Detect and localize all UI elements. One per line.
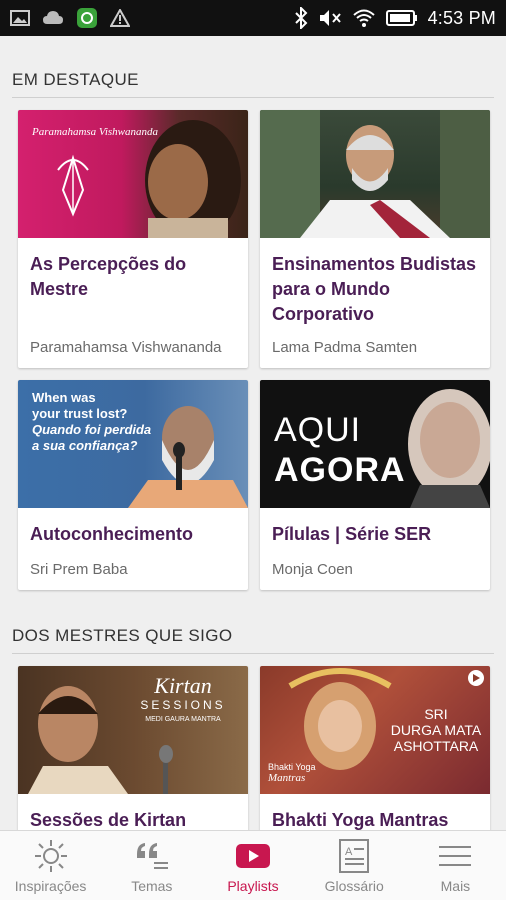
card-image-caption: When was [32,390,96,405]
nav-label: Mais [440,878,471,894]
card-thumbnail: Paramahamsa Vishwananda [18,110,248,238]
section-title-featured: EM DESTAQUE [12,70,139,89]
nav-item-glossario[interactable]: A Glossário [304,831,405,900]
playlists-content[interactable]: EM DESTAQUE Paramahamsa Vishwananda As P… [0,36,506,830]
card-image-caption: Paramahamsa Vishwananda [32,126,158,138]
svg-text:A: A [345,846,353,858]
card-image-caption: SRI [424,706,448,722]
card-thumbnail: Kirtan SESSIONS MEDI GAURA MANTRA [18,666,248,794]
card-image-caption: MEDI GAURA MANTRA [145,716,221,723]
card-thumbnail: When was your trust lost? Quando foi per… [18,380,248,508]
card-title: Sessões de Kirtan [30,810,187,830]
nav-label: Inspirações [14,878,87,894]
card-thumbnail [260,110,490,238]
nav-item-temas[interactable]: Temas [101,831,202,900]
card-title: Ensinamentos Budistas para o Mundo Corpo… [272,254,477,324]
card-title: As Percepções do Mestre [30,254,187,299]
bluetooth-icon [294,7,308,29]
menu-icon [438,838,472,874]
card-title: Pílulas | Série SER [272,524,432,544]
card-thumbnail: AQUI AGORA [260,380,490,508]
card-author: Sri Prem Baba [30,561,128,578]
card-image-caption: AQUI [274,411,362,449]
playlist-card[interactable]: Ensinamentos Budistas para o Mundo Corpo… [260,110,490,368]
section-divider [12,653,494,654]
status-bar: 4:53 PM [0,0,506,36]
card-image-caption: ASHOTTARA [393,738,479,754]
section-title-followed: DOS MESTRES QUE SIGO [12,626,233,645]
card-image-caption: a sua confiança? [32,438,138,453]
mute-icon [318,8,342,28]
nav-item-inspiracoes[interactable]: Inspirações [0,831,101,900]
card-thumbnail: SRI DURGA MATA ASHOTTARA Bhakti Yoga Man… [260,666,490,794]
section-divider [12,97,494,98]
card-image-caption: SESSIONS [140,698,226,712]
nav-label: Glossário [324,878,384,894]
card-image-caption: AGORA [274,451,406,489]
playlist-card[interactable]: AQUI AGORA Pílulas | Série SER Monja Coe… [260,380,490,590]
status-time: 4:53 PM [427,7,496,28]
battery-icon [385,9,418,27]
card-image-caption: your trust lost? [32,406,128,421]
cloud-icon [42,10,64,26]
card-title: Bhakti Yoga Mantras [272,810,449,830]
nav-label: Playlists [227,878,279,894]
card-image-caption: Quando foi perdida [32,422,152,437]
sun-icon [33,838,69,874]
card-author: Monja Coen [272,561,353,578]
wifi-icon [352,8,376,28]
nav-item-mais[interactable]: Mais [405,831,506,900]
playlist-card[interactable]: Paramahamsa Vishwananda As Percepções do… [18,110,248,368]
play-icon [235,838,271,874]
playlist-card[interactable]: SRI DURGA MATA ASHOTTARA Bhakti Yoga Man… [260,666,490,830]
card-author: Lama Padma Samten [272,339,418,356]
nav-label: Temas [131,878,173,894]
playlist-card[interactable]: When was your trust lost? Quando foi per… [18,380,248,590]
bottom-navigation: Inspirações Temas Playlists A Glossário … [0,830,506,900]
card-image-caption: Kirtan [154,673,212,698]
card-image-caption: Mantras [268,772,306,784]
card-image-caption: DURGA MATA [390,722,482,738]
card-author: Paramahamsa Vishwananda [30,339,222,356]
playlist-card[interactable]: Kirtan SESSIONS MEDI GAURA MANTRA Sessõe… [18,666,248,830]
glossary-icon: A [338,838,370,874]
warning-icon [110,9,130,27]
card-title: Autoconhecimento [30,524,194,544]
nav-item-playlists[interactable]: Playlists [202,831,303,900]
quote-icon [134,838,170,874]
app-badge-icon [76,7,98,29]
image-icon [10,9,30,27]
